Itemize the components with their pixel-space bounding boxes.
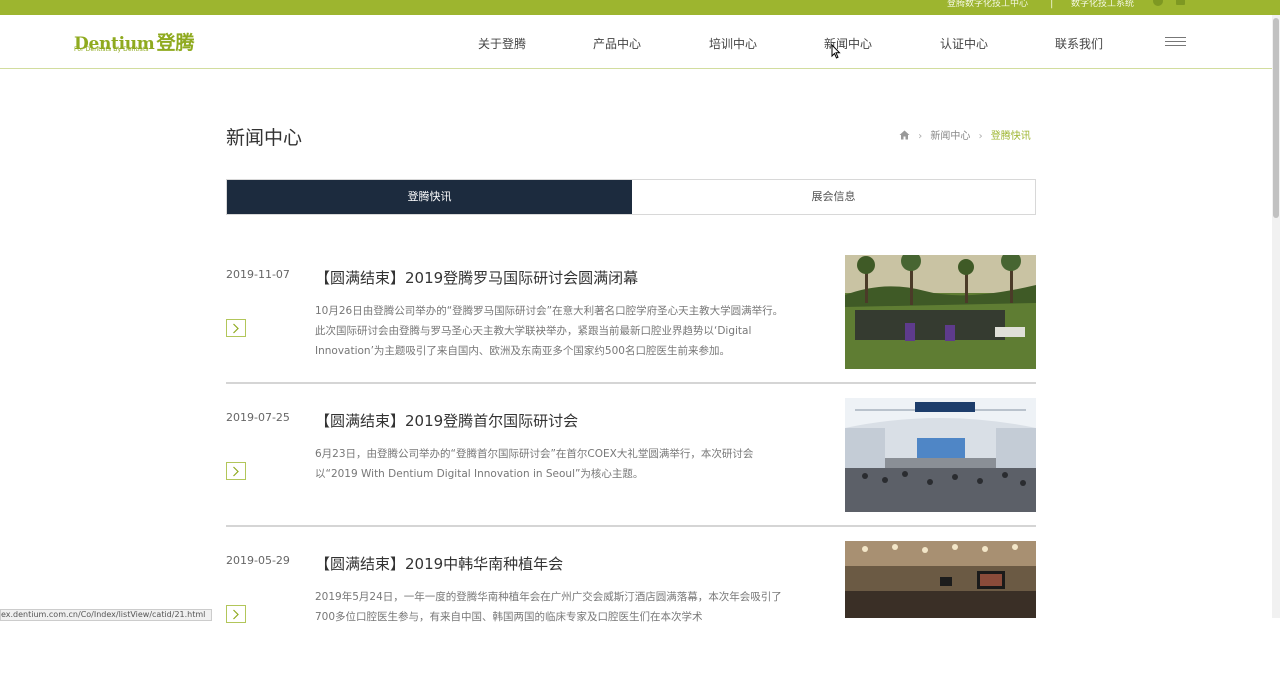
chevron-right-icon (233, 323, 239, 334)
browser-status-url: ex.dentium.com.cn/Co/Index/listView/cati… (0, 609, 213, 621)
nav-item-training[interactable]: 培训中心 (709, 35, 757, 52)
logo-cn: 登腾 (156, 32, 195, 54)
logo-tagline: For Dentists By Dentists (74, 46, 149, 53)
page-scrollbar[interactable] (1272, 15, 1280, 618)
breadcrumb-item-current[interactable]: 登腾快讯 (991, 131, 1031, 142)
nav-item-certification[interactable]: 认证中心 (940, 35, 988, 52)
news-thumbnail[interactable] (845, 398, 1036, 512)
topbar-separator: | (1050, 0, 1054, 9)
scrollbar-thumb[interactable] (1273, 18, 1279, 218)
breadcrumb-item-news[interactable]: 新闻中心 (930, 131, 970, 142)
event-photo-icon (845, 255, 1036, 369)
list-divider (226, 382, 1036, 384)
chevron-right-icon (233, 466, 239, 477)
read-more-button[interactable] (226, 319, 246, 337)
news-thumbnail[interactable] (845, 541, 1036, 618)
menu-icon[interactable] (1165, 37, 1186, 47)
digital-tech-system-link[interactable]: 数字化技工系统 (1071, 0, 1134, 15)
top-bar: 登腾数字化技工中心 | 数字化技工系统 (0, 0, 1280, 15)
news-title[interactable]: 【圆满结束】2019中韩华南种植年会 (315, 553, 563, 574)
tab-exhibition-info[interactable]: 展会信息 (632, 180, 1035, 214)
digital-tech-center-link[interactable]: 登腾数字化技工中心 (947, 0, 1028, 15)
breadcrumb-chevron-icon: › (918, 131, 923, 142)
wechat-icon[interactable] (1153, 0, 1163, 6)
list-item[interactable]: 2019-11-07 【圆满结束】2019登腾罗马国际研讨会圆满闭幕 10月26… (226, 255, 1036, 398)
nav-item-contact[interactable]: 联系我们 (1055, 35, 1103, 52)
list-item[interactable]: 2019-05-29 【圆满结束】2019中韩华南种植年会 2019年5月24日… (226, 541, 1036, 684)
event-photo-icon (845, 398, 1036, 512)
breadcrumb: › 新闻中心 › 登腾快讯 (899, 127, 1031, 142)
news-thumbnail[interactable] (845, 255, 1036, 369)
nav-item-about[interactable]: 关于登腾 (478, 35, 526, 52)
event-photo-icon (845, 541, 1036, 618)
list-divider (226, 525, 1036, 527)
read-more-button[interactable] (226, 462, 246, 480)
weibo-icon[interactable] (1176, 0, 1185, 5)
news-tabs: 登腾快讯 展会信息 (226, 179, 1036, 215)
main-nav: Dentium 登腾 For Dentists By Dentists 关于登腾 … (0, 15, 1272, 69)
news-description: 2019年5月24日，一年一度的登腾华南种植年会在广州广交会威斯汀酒店圆满落幕，… (315, 591, 782, 623)
tab-dentium-news[interactable]: 登腾快讯 (227, 180, 632, 214)
news-date: 2019-11-07 (226, 268, 290, 281)
chevron-right-icon (233, 609, 239, 620)
breadcrumb-chevron-icon: › (978, 131, 983, 142)
nav-item-products[interactable]: 产品中心 (593, 35, 641, 52)
page-title: 新闻中心 (226, 127, 303, 149)
logo[interactable]: Dentium 登腾 For Dentists By Dentists (74, 28, 195, 55)
news-title[interactable]: 【圆满结束】2019登腾罗马国际研讨会圆满闭幕 (315, 267, 638, 288)
list-item[interactable]: 2019-07-25 【圆满结束】2019登腾首尔国际研讨会 6月23日，由登腾… (226, 398, 1036, 541)
news-date: 2019-07-25 (226, 411, 290, 424)
home-icon[interactable] (899, 130, 910, 140)
news-date: 2019-05-29 (226, 554, 290, 567)
news-description: 6月23日，由登腾公司举办的“登腾首尔国际研讨会”在首尔COEX大礼堂圆满举行，… (315, 448, 754, 480)
news-description: 10月26日由登腾公司举办的“登腾罗马国际研讨会”在意大利著名口腔学府圣心天主教… (315, 305, 784, 357)
mouse-cursor-icon (831, 44, 841, 59)
read-more-button[interactable] (226, 605, 246, 623)
news-title[interactable]: 【圆满结束】2019登腾首尔国际研讨会 (315, 410, 578, 431)
